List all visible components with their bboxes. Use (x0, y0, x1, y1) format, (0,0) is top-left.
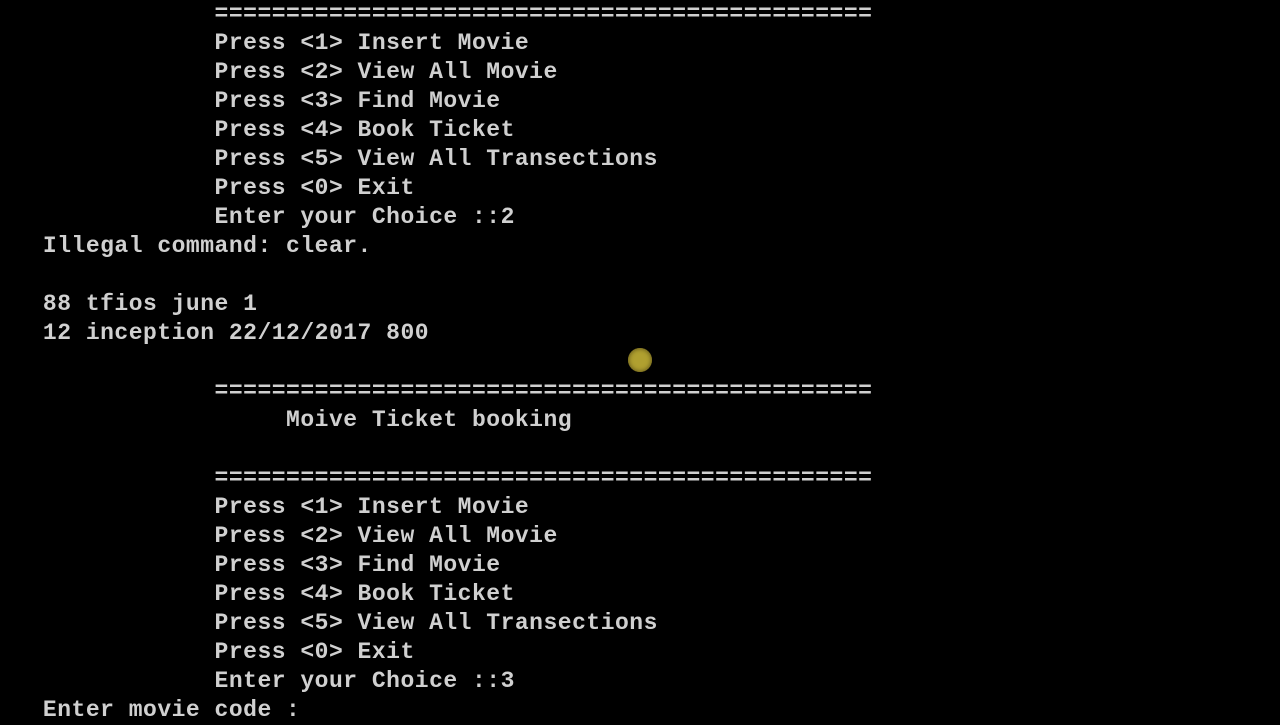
error-line: Illegal command: clear. (0, 233, 372, 259)
menu-option-4: Press <4> Book Ticket (0, 117, 515, 143)
menu-option-1: Press <1> Insert Movie (0, 494, 529, 520)
menu-option-2: Press <2> View All Movie (0, 523, 558, 549)
menu-option-5: Press <5> View All Transections (0, 610, 658, 636)
cursor-highlight-icon (628, 348, 652, 372)
divider-line: ========================================… (0, 465, 872, 491)
app-title: Moive Ticket booking (0, 407, 572, 433)
choice-prompt-1: Enter your Choice ::2 (0, 204, 515, 230)
menu-option-3: Press <3> Find Movie (0, 552, 501, 578)
menu-option-0: Press <0> Exit (0, 639, 415, 665)
divider-line: ========================================… (0, 1, 872, 27)
movie-row-2: 12 inception 22/12/2017 800 (0, 320, 429, 346)
menu-option-4: Press <4> Book Ticket (0, 581, 515, 607)
movie-row-1: 88 tfios june 1 (0, 291, 257, 317)
movie-code-prompt[interactable]: Enter movie code : (0, 697, 300, 723)
menu-option-1: Press <1> Insert Movie (0, 30, 529, 56)
menu-option-5: Press <5> View All Transections (0, 146, 658, 172)
terminal-output: ========================================… (0, 0, 872, 725)
menu-option-0: Press <0> Exit (0, 175, 415, 201)
menu-option-3: Press <3> Find Movie (0, 88, 501, 114)
divider-line: ========================================… (0, 378, 872, 404)
menu-option-2: Press <2> View All Movie (0, 59, 558, 85)
choice-prompt-2: Enter your Choice ::3 (0, 668, 515, 694)
